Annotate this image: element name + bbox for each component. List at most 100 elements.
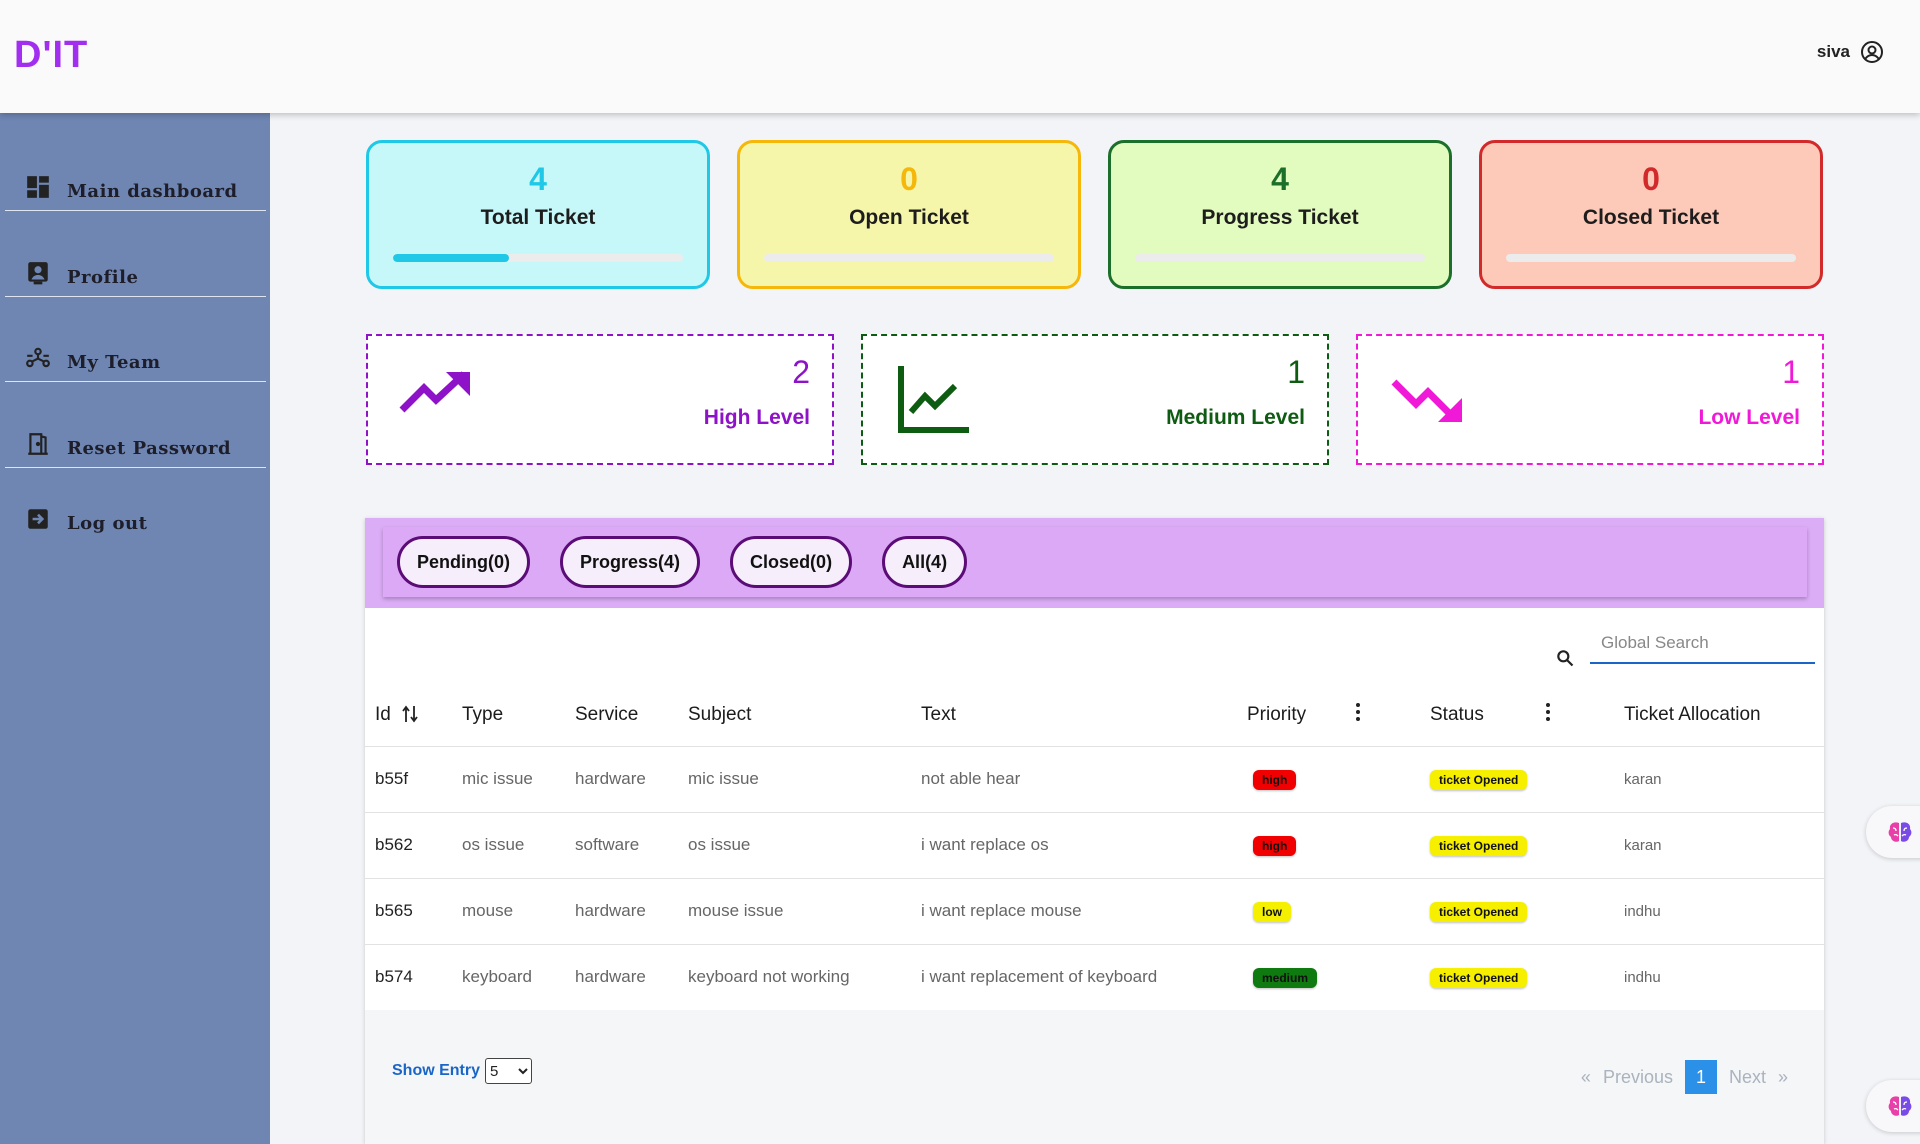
- cell-priority: high: [1237, 811, 1420, 878]
- status-badge: ticket Opened: [1430, 901, 1528, 922]
- column-header-subject: Subject: [688, 703, 752, 725]
- tab-pending[interactable]: Pending(0): [397, 536, 530, 588]
- card-progress-fill: [393, 254, 509, 262]
- cell-subject: mic issue: [678, 745, 911, 812]
- total-ticket-card[interactable]: 4 Total Ticket: [366, 140, 710, 289]
- brain-icon: [1888, 1096, 1912, 1116]
- cell-type: os issue: [452, 811, 565, 878]
- cell-text: i want replace mouse: [911, 877, 1237, 944]
- sidebar-item-label: Log out: [67, 513, 148, 534]
- column-header-status: Status: [1420, 684, 1614, 746]
- card-progress-track: [764, 254, 1054, 262]
- line-chart-icon: [898, 366, 969, 433]
- sidebar-item-main-dashboard[interactable]: Main dashboard: [5, 166, 266, 211]
- column-header-service: Service: [575, 703, 639, 725]
- pagination: « Previous 1 Next »: [1581, 1060, 1788, 1094]
- progress-ticket-card[interactable]: 4 Progress Ticket: [1108, 140, 1452, 289]
- card-label: Total Ticket: [480, 206, 596, 229]
- level-label: High Level: [703, 406, 810, 429]
- sidebar-item-my-team[interactable]: My Team: [5, 337, 266, 382]
- closed-ticket-card[interactable]: 0 Closed Ticket: [1479, 140, 1823, 289]
- low-level-card[interactable]: 1 Low Level: [1356, 334, 1824, 465]
- show-entry-label: Show Entry: [392, 1062, 481, 1079]
- table-row[interactable]: b574 keyboard hardware keyboard not work…: [365, 943, 1824, 1011]
- status-badge: ticket Opened: [1430, 769, 1528, 790]
- table-header-row: Id Type Service Subject Text Priority St…: [365, 684, 1824, 746]
- card-progress-track: [393, 254, 683, 262]
- column-header-text: Text: [921, 703, 956, 725]
- user-name[interactable]: siva: [1817, 42, 1850, 62]
- card-label: Closed Ticket: [1582, 206, 1720, 229]
- cell-subject: keyboard not working: [678, 943, 911, 1011]
- cell-status: ticket Opened: [1420, 811, 1614, 878]
- search-icon: [1557, 650, 1574, 667]
- sidebar-item-profile[interactable]: Profile: [5, 252, 266, 297]
- column-header-type: Type: [462, 703, 504, 725]
- column-header-id[interactable]: Id: [365, 684, 452, 746]
- tab-closed[interactable]: Closed(0): [730, 536, 853, 588]
- show-entry: Show Entry 5: [392, 1058, 533, 1084]
- sort-icon[interactable]: [402, 704, 418, 724]
- brain-icon: [1888, 822, 1912, 842]
- logout-icon: [28, 509, 48, 529]
- ai-assistant-button-secondary[interactable]: [1866, 1080, 1920, 1132]
- tab-all[interactable]: All(4): [882, 536, 968, 588]
- sidebar-item-label: Profile: [67, 267, 139, 288]
- card-progress-track: [1135, 254, 1425, 262]
- priority-badge: high: [1253, 835, 1297, 856]
- cell-allocation: indhu: [1614, 877, 1824, 944]
- previous-page-link[interactable]: Previous: [1603, 1067, 1673, 1088]
- first-page-link[interactable]: «: [1581, 1067, 1591, 1088]
- trending-down-icon: [1391, 379, 1462, 422]
- card-progress-track: [1506, 254, 1796, 262]
- show-entry-select[interactable]: 5: [485, 1058, 533, 1084]
- tab-progress[interactable]: Progress(4): [560, 536, 701, 588]
- sidebar-item-reset-password[interactable]: Reset Password: [5, 423, 266, 468]
- card-value: 0: [1642, 161, 1660, 197]
- level-label: Medium Level: [1166, 406, 1305, 429]
- level-label: Low Level: [1698, 406, 1800, 429]
- ai-assistant-button[interactable]: [1866, 806, 1920, 858]
- cell-allocation: karan: [1614, 811, 1824, 878]
- column-header-priority: Priority: [1237, 684, 1420, 746]
- status-tab-strip: Pending(0) Progress(4) Closed(0) All(4): [383, 527, 1807, 597]
- high-level-card[interactable]: 2 High Level: [366, 334, 834, 465]
- global-search-input[interactable]: [1590, 624, 1815, 664]
- cell-allocation: karan: [1614, 745, 1824, 812]
- open-ticket-card[interactable]: 0 Open Ticket: [737, 140, 1081, 289]
- tickets-table: Id Type Service Subject Text Priority St…: [365, 684, 1824, 1011]
- priority-badge: high: [1253, 769, 1297, 790]
- cell-text: not able hear: [911, 745, 1237, 812]
- status-tab-bar: Pending(0) Progress(4) Closed(0) All(4): [365, 518, 1824, 608]
- last-page-link[interactable]: »: [1778, 1067, 1788, 1088]
- table-row[interactable]: b55f mic issue hardware mic issue not ab…: [365, 745, 1824, 812]
- medium-level-card[interactable]: 1 Medium Level: [861, 334, 1329, 465]
- tickets-panel: Pending(0) Progress(4) Closed(0) All(4) …: [365, 518, 1824, 1144]
- user-menu[interactable]: siva: [1817, 40, 1884, 64]
- priority-column-menu-icon[interactable]: [1356, 702, 1361, 721]
- table-row[interactable]: b562 os issue software os issue i want r…: [365, 811, 1824, 878]
- sidebar-item-label: My Team: [67, 352, 161, 373]
- card-value: 4: [1271, 161, 1289, 197]
- sidebar: Main dashboard Profile My Team Reset Pas…: [0, 113, 270, 1144]
- cell-subject: mouse issue: [678, 877, 911, 944]
- status-column-menu-icon[interactable]: [1545, 702, 1550, 721]
- cell-service: hardware: [565, 877, 678, 944]
- team-icon: [26, 347, 50, 368]
- global-search: [1555, 610, 1817, 670]
- user-circle-icon[interactable]: [1860, 40, 1884, 64]
- profile-icon: [28, 262, 48, 285]
- card-label: Progress Ticket: [1201, 206, 1359, 229]
- page-1-button[interactable]: 1: [1684, 1060, 1717, 1094]
- cell-text: i want replace os: [911, 811, 1237, 878]
- next-page-link[interactable]: Next: [1729, 1067, 1766, 1088]
- column-header-ticket-allocation: Ticket Allocation: [1624, 703, 1761, 725]
- table-row[interactable]: b565 mouse hardware mouse issue i want r…: [365, 877, 1824, 944]
- sidebar-item-log-out[interactable]: Log out: [5, 497, 266, 542]
- cell-text: i want replacement of keyboard: [911, 943, 1237, 1011]
- cell-status: ticket Opened: [1420, 943, 1614, 1011]
- sidebar-item-label: Main dashboard: [67, 181, 238, 202]
- app-logo[interactable]: D'IT: [14, 34, 88, 77]
- cell-priority: high: [1237, 745, 1420, 812]
- level-count: 1: [1782, 354, 1800, 390]
